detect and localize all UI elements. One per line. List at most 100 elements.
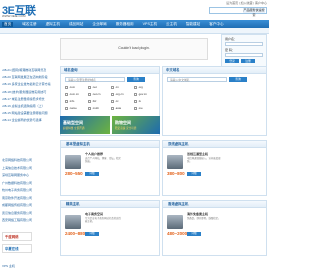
- tld-label: .asia: [115, 106, 121, 110]
- partner-link[interactable]: 广州数据科技有限公司: [2, 181, 58, 185]
- tld-option[interactable]: .biz: [88, 99, 111, 103]
- tld-label: .info: [69, 99, 75, 103]
- partner-link[interactable]: 深圳互联网服务中心: [2, 173, 58, 177]
- news-list: 08-21 [国际]暗潮推动互联网普及 08-20 互联网发展正在迈向新阶段 08-…: [2, 68, 58, 126]
- checkbox[interactable]: [65, 99, 68, 103]
- checkbox[interactable]: [88, 99, 91, 103]
- product-detail-button[interactable]: 详细: [187, 232, 201, 236]
- nav-item[interactable]: 域名注册: [22, 22, 36, 27]
- promo-shop-sub: 稳定高速 安全可靠: [115, 127, 137, 130]
- checkbox[interactable]: [65, 85, 68, 89]
- tld-option[interactable]: .me: [134, 106, 157, 110]
- checkbox[interactable]: [65, 106, 68, 110]
- site-logo[interactable]: 3E互联 WWW.3EIE.COM: [2, 1, 42, 18]
- cn-domain-search-button[interactable]: 查询: [229, 77, 247, 82]
- partner-link[interactable]: 武汉信息服务有限公司: [2, 211, 58, 215]
- login-button[interactable]: 登录: [225, 59, 239, 63]
- top-search-input[interactable]: 产品服务快速搜索: [209, 7, 267, 17]
- tld-option[interactable]: .gov.cn: [134, 92, 157, 96]
- tld-option[interactable]: .com.cn: [65, 92, 88, 96]
- tld-option[interactable]: .cn: [111, 85, 134, 89]
- partner-link[interactable]: 西安网络工程有限公司: [2, 218, 58, 222]
- checkbox[interactable]: [88, 106, 91, 110]
- checkbox[interactable]: [111, 99, 114, 103]
- nav-item[interactable]: VPS主机: [143, 22, 157, 27]
- tld-option[interactable]: .com: [65, 85, 88, 89]
- password-input[interactable]: [225, 53, 263, 57]
- checkbox[interactable]: [88, 85, 91, 89]
- nav-item[interactable]: 智能建站: [186, 22, 200, 27]
- partner-link[interactable]: 北京网络科技有限公司: [2, 158, 58, 162]
- checkbox[interactable]: [88, 92, 91, 96]
- product-title: 双线虚拟主机: [163, 141, 266, 148]
- news-item[interactable]: 08-21 [国际]暗潮推动互联网普及: [2, 68, 58, 72]
- partner-link[interactable]: 南京软件开发有限公司: [2, 196, 58, 200]
- news-item[interactable]: 08-14 企业邮局的优势与选择: [2, 118, 58, 122]
- checkbox[interactable]: [65, 92, 68, 96]
- news-item[interactable]: 08-20 互联网发展正在迈向新阶段: [2, 75, 58, 79]
- tld-option[interactable]: .net: [88, 85, 111, 89]
- product-detail-button[interactable]: 详细: [85, 232, 99, 236]
- product-card: 精英主机 电子商务空间 专为企业电子商务网站打造的高性能主机。 2400~8800 详细: [60, 200, 160, 256]
- plugin-error-text: Couldn't load plugin.: [118, 46, 150, 50]
- news-item[interactable]: 08-17 域名注册量持续稳步增长: [2, 97, 58, 101]
- product-desc: 专为企业电子商务网站打造的高性能主机。: [85, 217, 121, 223]
- product-detail-button[interactable]: 详细: [85, 172, 99, 176]
- product-price: 380~800: [167, 171, 185, 176]
- product-detail-button[interactable]: 详细: [187, 172, 201, 176]
- tld-label: .biz: [92, 99, 97, 103]
- nav-item[interactable]: 企业邮局: [92, 22, 106, 27]
- partner-link[interactable]: 杭州电子商务有限公司: [2, 188, 58, 192]
- top-links[interactable]: 设为首页 | 加入收藏 | 客户中心: [226, 1, 267, 5]
- tld-option[interactable]: .name: [65, 106, 88, 110]
- main-nav: 首页 域名注册 虚拟主机 成品网站 企业邮局 服务器租用 VPS主机 云主机 智能建站 客户中心: [0, 20, 269, 28]
- nav-item[interactable]: 首页: [2, 21, 14, 27]
- checkbox[interactable]: [111, 106, 114, 110]
- cn-domain-search-input[interactable]: 请输入中文域名: [167, 77, 227, 82]
- partner-link[interactable]: 成都网络传媒有限公司: [2, 203, 58, 207]
- nav-item[interactable]: 服务器租用: [116, 22, 134, 27]
- login-panel: 用户名： 密 码： 登录 注册: [221, 34, 267, 68]
- partner-logo-2[interactable]: 华夏在线: [2, 244, 32, 253]
- tld-option[interactable]: .org: [134, 85, 157, 89]
- server-image: [167, 155, 183, 169]
- checkbox[interactable]: [111, 85, 114, 89]
- tld-option[interactable]: .asia: [111, 106, 134, 110]
- username-input[interactable]: [225, 42, 263, 46]
- nav-item[interactable]: 云主机: [166, 22, 177, 27]
- checkbox[interactable]: [111, 92, 114, 96]
- nav-item[interactable]: 成品网站: [69, 22, 83, 27]
- footer-vps-tab[interactable]: VPS 主机: [2, 262, 42, 270]
- partner-list: 北京网络科技有限公司 上海信息技术有限公司 深圳互联网服务中心 广州数据科技有限公司杭…: [2, 158, 58, 226]
- checkbox[interactable]: [134, 92, 137, 96]
- news-item[interactable]: 08-15 网站建设需要注意哪些问题: [2, 111, 58, 115]
- product-desc: 免备案，即开即用，线路稳定。: [187, 217, 221, 220]
- news-item[interactable]: 08-19 多家企业发布最新云计算方案: [2, 82, 58, 86]
- promo-basic-space[interactable]: 基础型空间 超值特惠 立即开通: [60, 116, 110, 134]
- top-search-button[interactable]: 产品服务快速搜索: [243, 8, 265, 17]
- tld-option[interactable]: .org.cn: [111, 92, 134, 96]
- tld-option[interactable]: .mobi: [88, 106, 111, 110]
- domain-search-input[interactable]: 请输入您要注册的域名: [65, 77, 125, 82]
- domain-search-button[interactable]: 查询: [127, 77, 145, 82]
- product-title: 精英主机: [61, 201, 159, 208]
- checkbox[interactable]: [134, 106, 137, 110]
- checkbox[interactable]: [134, 85, 137, 89]
- tld-option[interactable]: .net.cn: [88, 92, 111, 96]
- register-button[interactable]: 注册: [241, 59, 255, 63]
- news-item[interactable]: 08-18 [技术]服务器运维实用技巧: [2, 90, 58, 94]
- news-item[interactable]: 08-16 虚拟主机选购指南（上）: [2, 104, 58, 108]
- tld-option[interactable]: .tv: [134, 99, 157, 103]
- promo-shop-space[interactable]: 购物空间 稳定高速 安全可靠: [112, 116, 160, 134]
- tld-label: .cn: [115, 85, 119, 89]
- product-desc: 适合个人网站、博客、论坛，稳定快速。: [85, 157, 121, 163]
- tld-option[interactable]: .cc: [111, 99, 134, 103]
- nav-item[interactable]: 客户中心: [209, 22, 223, 27]
- partner-logo-1[interactable]: 千度网络: [2, 232, 32, 241]
- tld-option[interactable]: .info: [65, 99, 88, 103]
- partner-link[interactable]: 上海信息技术有限公司: [2, 166, 58, 170]
- product-title: 基本型虚拟主机: [61, 141, 159, 148]
- nav-item[interactable]: 虚拟主机: [46, 22, 60, 27]
- product-name: 电子商务空间: [85, 212, 104, 216]
- checkbox[interactable]: [134, 99, 137, 103]
